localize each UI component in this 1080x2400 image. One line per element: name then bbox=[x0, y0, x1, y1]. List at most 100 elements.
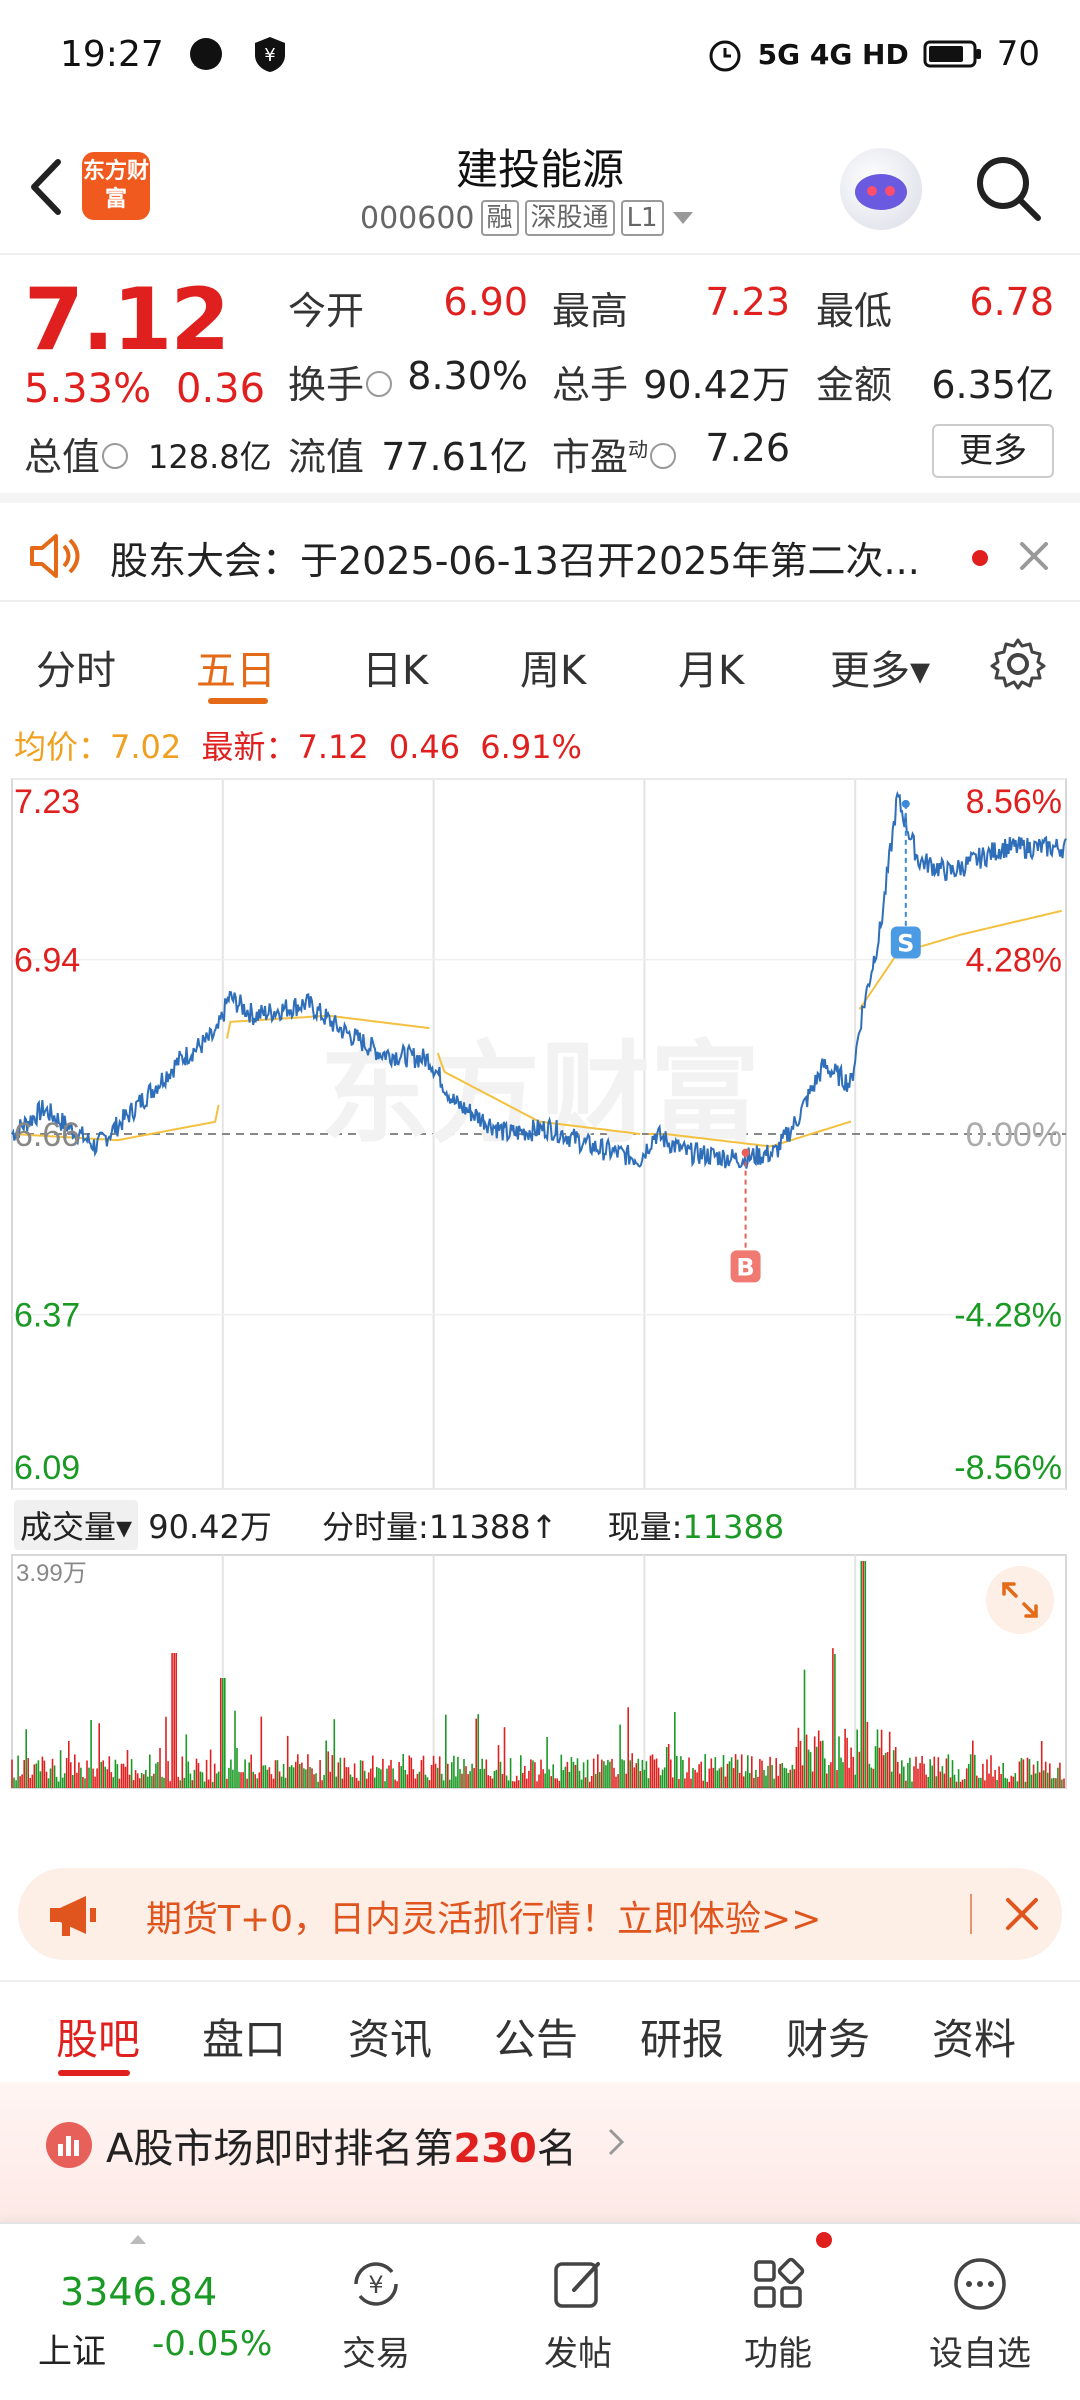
volume-value: 90.42万 bbox=[643, 363, 790, 407]
tab-profile[interactable]: 资料 bbox=[932, 2006, 1016, 2067]
chevron-right-icon bbox=[608, 2128, 625, 2156]
stock-name: 建投能源 bbox=[455, 145, 624, 194]
notice-text: 股东大会：于2025-06-13召开2025年第二次... bbox=[110, 539, 920, 583]
tab-intraday[interactable]: 分时 bbox=[36, 638, 116, 696]
stock-code-row[interactable]: 000600 融 深股通 L1 bbox=[360, 200, 696, 236]
y-axis-right-label: 4.28% bbox=[966, 942, 1062, 980]
turnover-value: 8.30% bbox=[407, 354, 528, 398]
now-volume: 11388 bbox=[682, 1508, 785, 1546]
expand-chart-button[interactable] bbox=[986, 1566, 1054, 1634]
gear-icon[interactable] bbox=[990, 636, 1046, 692]
y-axis-right-label: -8.56% bbox=[954, 1449, 1062, 1487]
y-axis-right-label: 8.56% bbox=[966, 783, 1062, 821]
bottom-nav: 3346.84 上证 -0.05% ¥ 交易 发帖 功能 设自选 bbox=[0, 2222, 1080, 2400]
close-icon[interactable] bbox=[1000, 1892, 1044, 1936]
market-rank-card[interactable]: A股市场即时排名第230名 bbox=[0, 2082, 1080, 2222]
tick-volume-label: 分时量: bbox=[322, 1508, 429, 1546]
latest-value: 7.12 bbox=[297, 728, 369, 766]
quote-panel: 7.12 5.33% 0.36 今开 6.90 最高 7.23 最低 6.78 … bbox=[0, 258, 1080, 503]
current-price: 7.12 bbox=[24, 270, 230, 370]
volume-max-label: 3.99万 bbox=[16, 1560, 87, 1587]
megaphone-icon bbox=[50, 1896, 96, 1936]
pe-value: 7.26 bbox=[705, 426, 790, 470]
chat-bubble-icon bbox=[190, 38, 222, 70]
nav-features-label: 功能 bbox=[744, 2334, 812, 2374]
volume-total: 90.42万 bbox=[148, 1508, 272, 1546]
info-icon bbox=[366, 370, 393, 397]
five-day-chart[interactable]: 东方财富 B S 7.23 8.56% 6.94 4.28% 6.66 0.00% 6.37 -4.… bbox=[0, 775, 1080, 1844]
nav-trade-label: 交易 bbox=[342, 2334, 410, 2374]
notification-dot bbox=[816, 2232, 832, 2248]
active-subtab-indicator bbox=[58, 2070, 130, 2076]
search-icon[interactable] bbox=[972, 152, 1044, 224]
avg-latest-row: 均价：7.02 最新：7.12 0.46 6.91% bbox=[14, 722, 582, 768]
rank-chart-icon bbox=[46, 2122, 92, 2168]
mktcap-value: 128.8亿 bbox=[148, 438, 272, 476]
rank-text: A股市场即时排名第230名 bbox=[106, 2126, 577, 2172]
indicator-select[interactable]: 成交量▾ bbox=[14, 1500, 139, 1550]
nav-post-label: 发帖 bbox=[544, 2334, 612, 2374]
volume-frame bbox=[11, 1554, 1067, 1789]
now-volume-label: 现量: bbox=[607, 1508, 683, 1546]
nav-add-watchlist-label: 设自选 bbox=[929, 2334, 1031, 2374]
tab-monthly-k[interactable]: 月K bbox=[678, 638, 744, 696]
nav-features[interactable]: 功能 bbox=[708, 2252, 848, 2375]
x-axis-day-label: 05/26 bbox=[918, 1806, 1003, 1810]
open-label: 今开 bbox=[288, 289, 365, 333]
tag-level: L1 bbox=[620, 200, 664, 236]
low-value: 6.78 bbox=[969, 280, 1054, 324]
app-logo[interactable]: 东方财富 bbox=[82, 152, 150, 220]
grid-icon bbox=[754, 2257, 805, 2308]
notice-bar[interactable]: 股东大会：于2025-06-13召开2025年第二次... bbox=[0, 510, 1080, 602]
banner-divider bbox=[970, 1894, 972, 1934]
robot-assistant-avatar[interactable] bbox=[840, 148, 922, 230]
tab-more[interactable]: 更多▾ bbox=[830, 638, 930, 696]
index-value[interactable]: 3346.84 bbox=[60, 2270, 217, 2314]
alarm-icon bbox=[709, 40, 741, 72]
tab-research[interactable]: 研报 bbox=[640, 2006, 724, 2067]
chart-svg[interactable]: 东方财富 B S 7.23 8.56% 6.94 4.28% 6.66 0.00% 6.37 -4.… bbox=[0, 775, 1080, 1844]
x-axis-day-label: 05/22 bbox=[496, 1806, 581, 1810]
tab-news[interactable]: 资讯 bbox=[348, 2006, 432, 2067]
x-axis-day-label: 05/20 bbox=[75, 1806, 160, 1810]
high-value: 7.23 bbox=[705, 280, 790, 324]
close-icon[interactable] bbox=[1014, 536, 1054, 576]
svg-text:¥: ¥ bbox=[264, 45, 275, 66]
tab-daily-k[interactable]: 日K bbox=[362, 638, 428, 696]
buy-marker-label: B bbox=[736, 1253, 754, 1281]
open-value: 6.90 bbox=[443, 280, 528, 324]
index-name[interactable]: 上证 bbox=[38, 2324, 106, 2373]
tick-volume: 11388 bbox=[428, 1508, 531, 1546]
more-button[interactable]: 更多 bbox=[932, 424, 1054, 478]
mktcap-label[interactable]: 总值 bbox=[24, 426, 129, 481]
tab-announcements[interactable]: 公告 bbox=[494, 2006, 578, 2067]
low-label: 最低 bbox=[816, 289, 893, 333]
watermark: 东方财富 bbox=[320, 1030, 760, 1158]
y-axis-left-label: 6.94 bbox=[14, 942, 80, 980]
nav-add-watchlist[interactable]: 设自选 bbox=[910, 2252, 1050, 2375]
tab-orderbook[interactable]: 盘口 bbox=[202, 2006, 286, 2067]
latest-label: 最新： bbox=[201, 728, 298, 766]
nav-trade[interactable]: ¥ 交易 bbox=[306, 2252, 446, 2375]
y-axis-left-label: 6.66 bbox=[14, 1116, 80, 1154]
amount-label: 金额 bbox=[816, 363, 893, 407]
amount-value: 6.35亿 bbox=[931, 363, 1054, 407]
status-right: 5G 4G HD 70 bbox=[706, 34, 1040, 74]
content-tabs: 股吧 盘口 资讯 公告 研报 财务 资料 bbox=[0, 1980, 1080, 2080]
latest-percent: 6.91% bbox=[480, 728, 582, 766]
battery-level: 70 bbox=[996, 34, 1040, 74]
change-percent: 5.33% bbox=[24, 366, 152, 412]
speaker-icon bbox=[30, 534, 80, 578]
turnover-label[interactable]: 换手 bbox=[288, 354, 393, 409]
tab-five-day[interactable]: 五日 bbox=[196, 638, 276, 696]
tab-financials[interactable]: 财务 bbox=[786, 2006, 870, 2067]
nav-post[interactable]: 发帖 bbox=[508, 2252, 648, 2375]
index-percent[interactable]: -0.05% bbox=[152, 2324, 272, 2364]
volume-info-row: 成交量▾ 90.42万 分时量:11388↑ 现量:11388 bbox=[14, 1500, 784, 1550]
tab-forum[interactable]: 股吧 bbox=[56, 2006, 140, 2067]
promo-banner[interactable]: 期货T+0，日内灵活抓行情！立即体验>> bbox=[18, 1868, 1062, 1960]
pe-label[interactable]: 市盈动 bbox=[552, 426, 677, 481]
tab-weekly-k[interactable]: 周K bbox=[520, 638, 586, 696]
back-arrow-icon[interactable] bbox=[22, 152, 72, 222]
change-amount: 0.36 bbox=[176, 366, 266, 412]
